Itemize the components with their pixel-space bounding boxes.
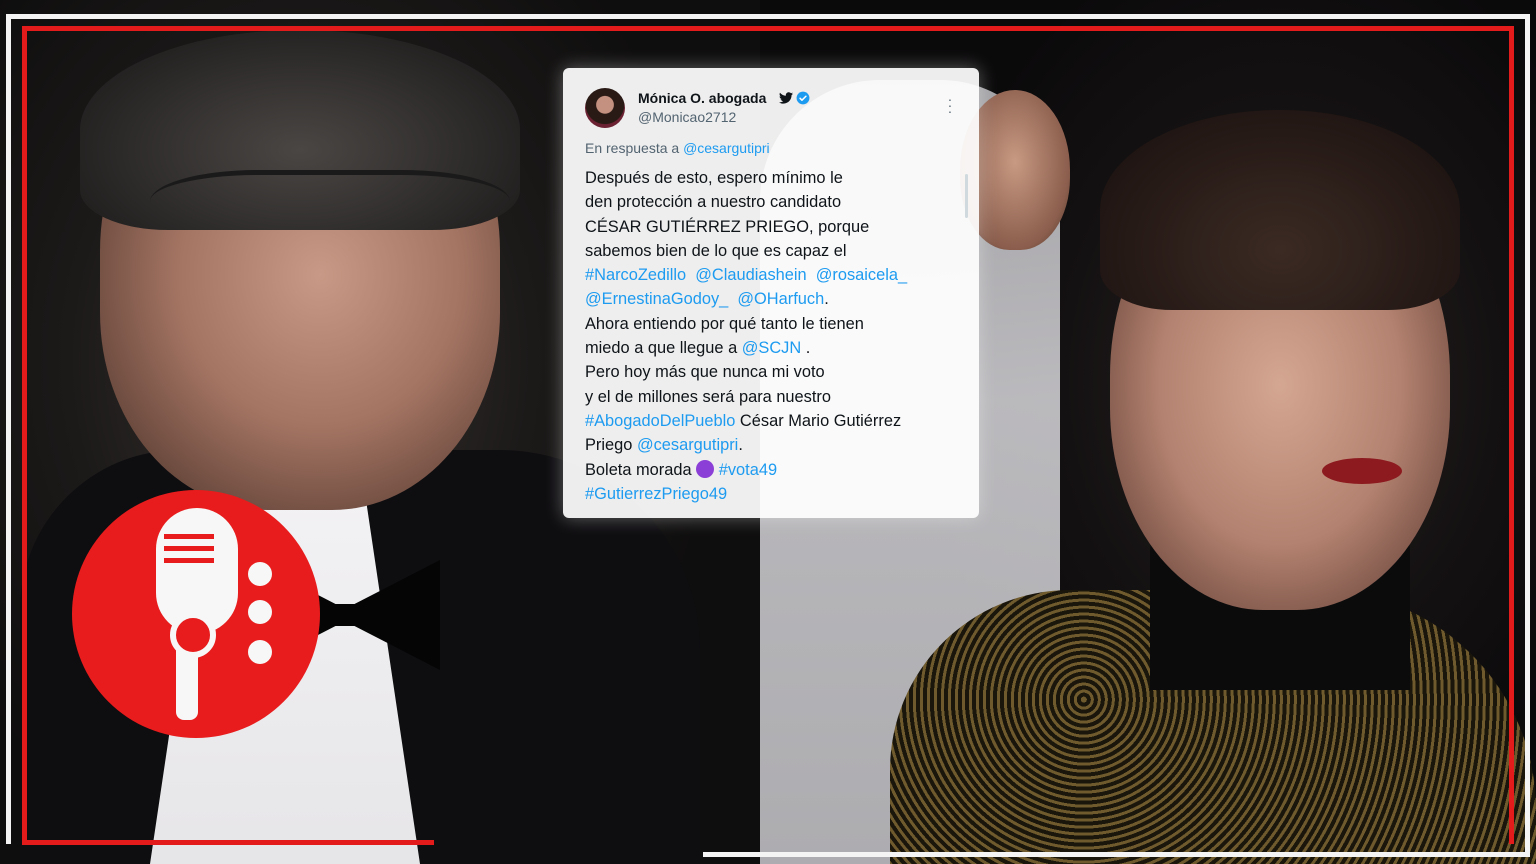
mention-link[interactable]: @cesargutipri xyxy=(637,436,738,454)
verified-badge-icon xyxy=(796,91,810,105)
tweet-punctuation: . xyxy=(801,339,811,358)
tweet-line: Ahora entiendo por qué tanto le tienen xyxy=(585,314,864,333)
tweet-text-segment: Boleta morada xyxy=(585,460,692,479)
scrollbar[interactable] xyxy=(965,174,968,218)
tweet-line: Después de esto, espero mínimo le xyxy=(585,169,843,187)
white-frame-bottom xyxy=(703,852,1530,857)
tweet-card: Mónica O. abogada @Monicao2712 · · · En re… xyxy=(563,68,979,518)
woman-hair xyxy=(1100,110,1460,310)
man-glasses xyxy=(150,170,510,275)
mention-link[interactable]: @rosaicela_ xyxy=(816,266,907,284)
hashtag-link[interactable]: #vota49 xyxy=(719,461,777,479)
tweet-line: miedo a que llegue a @SCJN . xyxy=(585,336,965,360)
twitter-bird-icon xyxy=(779,92,793,104)
tweet-punctuation: . xyxy=(824,290,829,309)
tweet-line: CÉSAR GUTIÉRREZ PRIEGO, porque xyxy=(585,217,870,236)
mention-link[interactable]: @OHarfuch xyxy=(737,290,824,308)
tweet-line: @ErnestinaGodoy_ @OHarfuch. xyxy=(585,287,965,311)
news-graphic: Mónica O. abogada @Monicao2712 · · · En re… xyxy=(0,0,1536,864)
mic-grill-line xyxy=(164,534,214,539)
tweet-line: Pero hoy más que nunca mi voto xyxy=(585,363,825,382)
red-frame-left xyxy=(22,26,27,844)
author-name[interactable]: Mónica O. abogada xyxy=(638,90,766,106)
reply-context: En respuesta a @cesargutipri xyxy=(585,140,770,156)
tweet-line: Boleta morada #vota49 xyxy=(585,458,965,482)
tweet-line: #NarcoZedillo @Claudiashein @rosaicela_ xyxy=(585,263,965,287)
tweet-line: Priego @cesargutipri. xyxy=(585,433,965,457)
tweet-punctuation: . xyxy=(738,436,743,455)
mic-grill-line xyxy=(164,558,214,563)
logo-dot xyxy=(248,640,272,664)
purple-circle-emoji xyxy=(696,459,715,478)
red-frame-top xyxy=(22,26,1514,31)
tweet-line: sabemos bien de lo que es capaz el xyxy=(585,241,847,260)
avatar[interactable] xyxy=(585,88,625,128)
reply-to-link[interactable]: @cesargutipri xyxy=(683,140,770,156)
red-frame-bottom xyxy=(22,840,434,845)
hashtag-link[interactable]: #NarcoZedillo xyxy=(585,266,686,284)
mention-link[interactable]: @ErnestinaGodoy_ xyxy=(585,290,728,308)
logo-dot xyxy=(248,600,272,624)
woman-lips xyxy=(1322,458,1402,484)
more-options-icon[interactable]: · · · xyxy=(943,92,957,118)
tweet-line: den protección a nuestro candidato xyxy=(585,193,842,212)
reply-prefix: En respuesta a xyxy=(585,140,680,156)
tweet-text-segment: Priego xyxy=(585,436,633,455)
red-frame-right xyxy=(1509,26,1514,844)
mic-grill-line xyxy=(164,546,214,551)
hashtag-link[interactable]: #AbogadoDelPueblo xyxy=(585,412,735,430)
hashtag-link[interactable]: #GutierrezPriego49 xyxy=(585,485,727,503)
tweet-text: Después de esto, espero mínimo le den pr… xyxy=(585,166,965,506)
microphone-logo xyxy=(72,490,320,738)
white-frame-top xyxy=(6,14,1530,19)
tweet-line: #AbogadoDelPueblo César Mario Gutiérrez xyxy=(585,409,965,433)
tweet-text-segment: miedo a que llegue a xyxy=(585,339,738,358)
tweet-line: #GutierrezPriego49 xyxy=(585,482,965,506)
tweet-line: y el de millones será para nuestro xyxy=(585,387,831,406)
tweet-text-segment: César Mario Gutiérrez xyxy=(735,411,902,430)
white-frame-right xyxy=(1525,14,1530,856)
mention-link[interactable]: @Claudiashein xyxy=(695,266,806,284)
author-handle[interactable]: @Monicao2712 xyxy=(638,109,736,125)
logo-dot xyxy=(248,562,272,586)
microphone-ring xyxy=(170,612,216,658)
white-frame-left xyxy=(6,14,11,844)
mention-link[interactable]: @SCJN xyxy=(742,339,801,357)
